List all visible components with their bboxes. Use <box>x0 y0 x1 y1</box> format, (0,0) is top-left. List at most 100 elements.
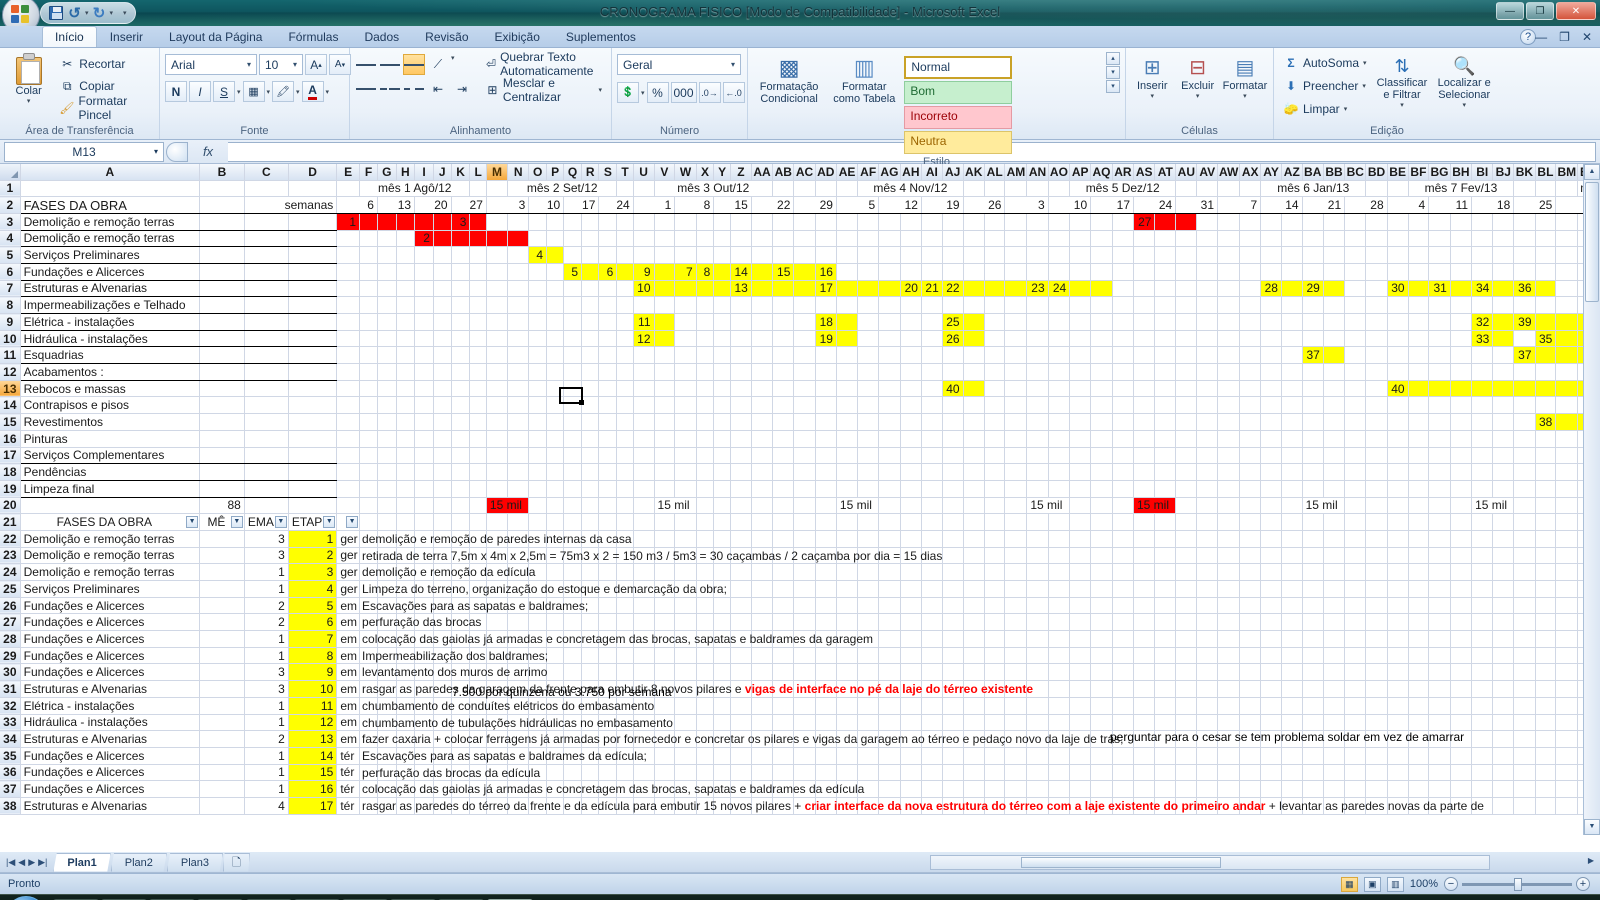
grid-cell[interactable] <box>485 447 509 465</box>
grid-cell[interactable] <box>1133 764 1156 782</box>
grid-cell[interactable] <box>433 246 452 264</box>
grid-cell[interactable] <box>1260 663 1282 682</box>
gantt-bar-yellow[interactable] <box>1323 346 1346 365</box>
grid-cell[interactable] <box>451 413 471 431</box>
grid-cell[interactable] <box>507 363 530 381</box>
grid-cell[interactable] <box>1450 313 1473 331</box>
grid-cell[interactable] <box>772 363 795 381</box>
grid-cell[interactable] <box>654 380 676 398</box>
grid-cell[interactable] <box>1217 480 1241 498</box>
week-number[interactable]: 5 <box>835 196 880 214</box>
grid-cell[interactable] <box>616 330 634 348</box>
grid-cell[interactable] <box>1026 296 1049 314</box>
grid-cell[interactable] <box>598 613 618 632</box>
grid-cell[interactable] <box>581 613 600 632</box>
grid-cell[interactable] <box>1344 480 1367 498</box>
row-header-38[interactable]: 38 <box>0 797 21 815</box>
grid-cell[interactable] <box>1555 764 1579 782</box>
grid-cell[interactable] <box>528 396 548 415</box>
grid-cell[interactable] <box>244 296 289 314</box>
grid-cell[interactable] <box>963 246 985 264</box>
detail-local[interactable]: em <box>336 663 361 682</box>
grid-cell[interactable] <box>1281 663 1303 682</box>
grid-cell[interactable] <box>1535 480 1557 498</box>
row-header-35[interactable]: 35 <box>0 747 21 765</box>
grid-cell[interactable] <box>772 480 795 498</box>
grid-cell[interactable] <box>1344 447 1367 465</box>
grid-cell[interactable] <box>1026 396 1049 415</box>
grid-cell[interactable] <box>1154 663 1177 682</box>
grid-cell[interactable] <box>942 547 964 565</box>
grid-cell[interactable] <box>336 463 361 481</box>
grid-cell[interactable] <box>984 230 1006 248</box>
column-header-r[interactable]: R <box>581 164 600 181</box>
grid-cell[interactable] <box>1555 213 1579 231</box>
grid-cell[interactable] <box>1260 396 1282 415</box>
grid-cell[interactable] <box>1535 747 1557 765</box>
grid-cell[interactable] <box>984 630 1006 648</box>
grid-cell[interactable] <box>433 413 452 431</box>
grid-cell[interactable] <box>1408 697 1430 715</box>
grid-cell[interactable] <box>1004 263 1028 281</box>
grid-cell[interactable] <box>1217 296 1241 314</box>
grid-cell[interactable] <box>1386 313 1409 331</box>
grid-cell[interactable] <box>563 296 583 314</box>
grid-cell[interactable] <box>772 714 795 732</box>
column-header-ag[interactable]: AG <box>878 164 901 181</box>
row-header-15[interactable]: 15 <box>0 413 21 431</box>
grid-cell[interactable] <box>414 463 434 481</box>
grid-cell[interactable] <box>793 346 816 365</box>
align-left-button[interactable] <box>355 78 377 99</box>
grid-cell[interactable] <box>751 480 774 498</box>
grid-cell[interactable] <box>1408 263 1430 281</box>
grid-cell[interactable] <box>546 663 565 682</box>
grid-cell[interactable] <box>674 396 697 415</box>
grid-cell[interactable] <box>963 513 985 531</box>
grid-cell[interactable] <box>377 330 397 348</box>
grid-cell[interactable] <box>433 463 452 481</box>
grid-cell[interactable] <box>469 263 487 281</box>
week-number[interactable]: 31 <box>1175 196 1218 214</box>
gantt-bar-yellow[interactable]: 39 <box>1513 313 1536 331</box>
grid-cell[interactable] <box>772 463 795 481</box>
grid-cell[interactable] <box>1408 714 1430 732</box>
grid-cell[interactable] <box>793 330 816 348</box>
grid-cell[interactable] <box>1365 396 1388 415</box>
grid-cell[interactable] <box>984 780 1006 798</box>
grid-cell[interactable] <box>616 613 634 632</box>
grid-cell[interactable] <box>1302 680 1324 698</box>
grid-cell[interactable] <box>751 296 774 314</box>
grid-cell[interactable] <box>1004 547 1028 565</box>
grid-cell[interactable] <box>451 296 471 314</box>
grid-cell[interactable] <box>451 380 471 398</box>
grid-cell[interactable] <box>900 747 922 765</box>
gantt-bar-yellow[interactable] <box>751 280 774 298</box>
column-header-y[interactable]: Y <box>713 164 732 181</box>
grid-cell[interactable] <box>1513 747 1536 765</box>
grid-cell[interactable] <box>359 313 378 331</box>
grid-cell[interactable] <box>616 413 634 431</box>
budget-marker[interactable]: 15 mil <box>1302 497 1346 515</box>
grid-cell[interactable] <box>1428 447 1451 465</box>
page-layout-view-button[interactable]: ▣ <box>1363 876 1381 892</box>
grid-cell[interactable] <box>1535 780 1557 798</box>
grid-cell[interactable] <box>900 630 922 648</box>
grid-cell[interactable] <box>359 497 378 515</box>
grid-cell[interactable] <box>1217 380 1241 398</box>
gantt-bar-yellow[interactable]: 6 <box>598 263 618 281</box>
grid-cell[interactable] <box>900 313 922 331</box>
grid-cell[interactable] <box>546 296 565 314</box>
detail-phase[interactable]: Estruturas e Alvenarias <box>20 730 201 748</box>
grid-cell[interactable]: FASES DA OBRA <box>20 196 201 214</box>
grid-cell[interactable] <box>1217 680 1241 698</box>
grid-cell[interactable] <box>942 296 964 314</box>
grid-cell[interactable] <box>1047 530 1071 548</box>
grid-cell[interactable] <box>654 480 676 498</box>
grid-cell[interactable] <box>377 430 397 448</box>
grid-cell[interactable] <box>1428 613 1451 632</box>
grid-cell[interactable] <box>288 380 338 398</box>
grid-cell[interactable] <box>1175 563 1198 581</box>
grid-cell[interactable] <box>1175 396 1198 415</box>
grid-cell[interactable] <box>598 463 618 481</box>
grid-cell[interactable] <box>1535 730 1557 748</box>
